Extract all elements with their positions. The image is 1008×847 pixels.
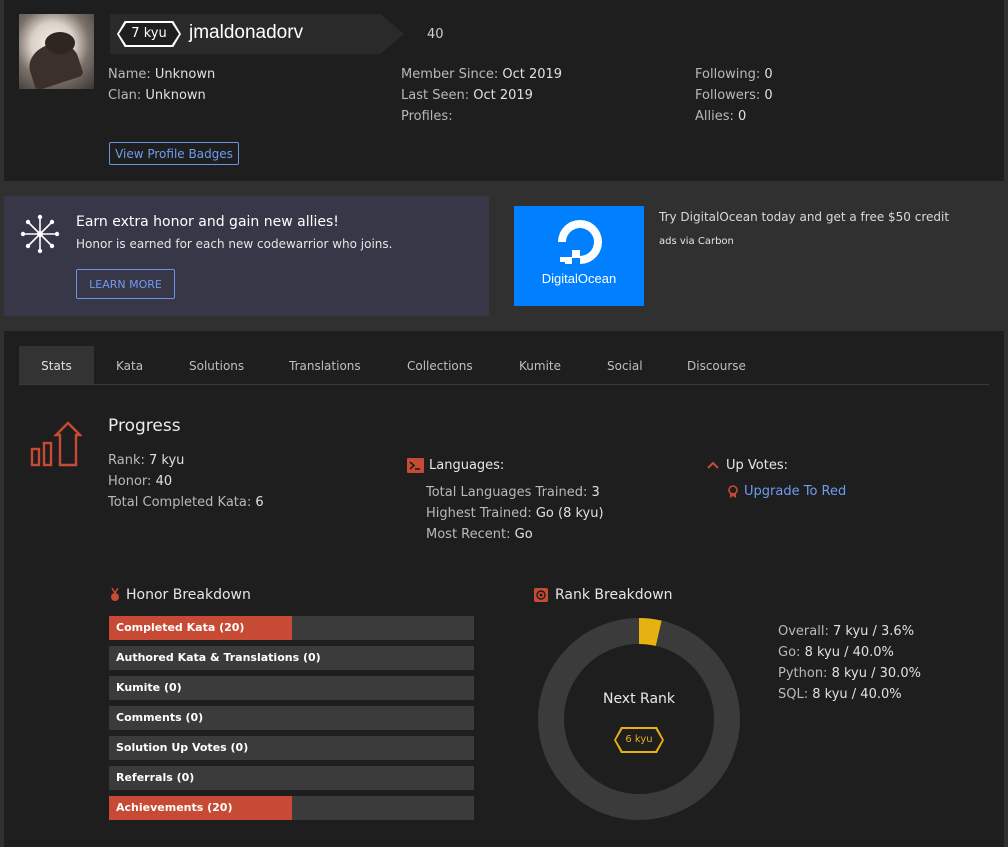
honor-row: Honor: 40 [108, 474, 173, 489]
tab-stats[interactable]: Stats [19, 346, 94, 384]
digitalocean-logo-text: DigitalOcean [541, 271, 617, 286]
tab-kata[interactable]: Kata [116, 346, 143, 384]
promo-title: Earn extra honor and gain new allies! [76, 214, 339, 230]
last-seen-row: Last Seen: Oct 2019 [401, 88, 533, 103]
honor-bar: Solution Up Votes (0) [109, 736, 474, 760]
promo-subtitle: Honor is earned for each new codewarrior… [76, 237, 393, 251]
digitalocean-logo-icon [558, 220, 602, 264]
allies-row[interactable]: Allies: 0 [695, 109, 746, 124]
honor-bar-label: Comments (0) [116, 711, 204, 724]
languages-title: Languages: [429, 458, 505, 473]
honor-bar-label: Referrals (0) [116, 771, 195, 784]
go-rank-row: Go: 8 kyu / 40.0% [778, 645, 894, 660]
learn-more-button[interactable]: LEARN MORE [76, 269, 175, 299]
upgrade-to-red-link[interactable]: Upgrade To Red [744, 484, 846, 499]
overall-rank-row: Overall: 7 kyu / 3.6% [778, 624, 915, 639]
terminal-icon [407, 458, 424, 473]
rank-breakdown-title: Rank Breakdown [555, 587, 673, 603]
chevron-up-icon [707, 461, 719, 469]
honor-bar-label: Authored Kata & Translations (0) [116, 651, 321, 664]
upvotes-title: Up Votes: [726, 458, 788, 473]
name-row: Name: Unknown [108, 67, 216, 82]
honor-bar: Comments (0) [109, 706, 474, 730]
followers-row[interactable]: Followers: 0 [695, 88, 773, 103]
honor-bar-label: Completed Kata (20) [116, 621, 245, 634]
tab-social[interactable]: Social [607, 346, 643, 384]
following-row[interactable]: Following: 0 [695, 67, 773, 82]
view-badges-button[interactable]: View Profile Badges [109, 142, 239, 165]
ad-via-text[interactable]: ads via Carbon [659, 236, 734, 247]
progress-title: Progress [108, 416, 181, 436]
rank-badge: 7 kyu [117, 21, 181, 47]
honor-bar: Kumite (0) [109, 676, 474, 700]
stats-panel: Stats Kata Solutions Translations Collec… [4, 331, 1004, 847]
honor-bar: Completed Kata (20) [109, 616, 474, 640]
highest-trained-row: Highest Trained: Go (8 kyu) [426, 506, 604, 521]
completed-row: Total Completed Kata: 6 [108, 495, 264, 510]
tab-solutions[interactable]: Solutions [189, 346, 244, 384]
target-icon [534, 588, 548, 602]
avatar[interactable] [19, 14, 94, 89]
ad-text[interactable]: Try DigitalOcean today and get a free $5… [659, 210, 949, 224]
referral-promo: Earn extra honor and gain new allies! Ho… [4, 196, 489, 316]
clan-row: Clan: Unknown [108, 88, 206, 103]
medal-icon [111, 588, 119, 601]
tab-discourse[interactable]: Discourse [687, 346, 746, 384]
honor-breakdown-title: Honor Breakdown [126, 587, 251, 603]
rank-progress-donut [538, 618, 740, 820]
ribbon-icon [728, 485, 738, 498]
next-rank-label: Next Rank [602, 691, 676, 707]
profiles-row: Profiles: [401, 109, 453, 124]
honor-bar: Authored Kata & Translations (0) [109, 646, 474, 670]
python-rank-row: Python: 8 kyu / 30.0% [778, 666, 921, 681]
digitalocean-ad-image[interactable]: DigitalOcean [514, 206, 644, 306]
tab-kumite[interactable]: Kumite [519, 346, 561, 384]
honor-bar-label: Kumite (0) [116, 681, 182, 694]
honor-count: 40 [427, 27, 444, 42]
rank-row: Rank: 7 kyu [108, 453, 185, 468]
most-recent-row: Most Recent: Go [426, 527, 533, 542]
network-icon [20, 214, 60, 254]
progress-chart-icon [30, 421, 82, 467]
honor-bar-label: Achievements (20) [116, 801, 233, 814]
honor-bar: Referrals (0) [109, 766, 474, 790]
tab-bar: Stats Kata Solutions Translations Collec… [19, 346, 989, 385]
tab-translations[interactable]: Translations [289, 346, 361, 384]
next-rank-badge: 6 kyu [614, 727, 664, 753]
tab-collections[interactable]: Collections [407, 346, 473, 384]
username: jmaldonadorv [189, 22, 304, 43]
honor-bar-label: Solution Up Votes (0) [116, 741, 249, 754]
donut-track [538, 618, 740, 820]
profile-header: 7 kyu jmaldonadorv 40 Name: Unknown Clan… [4, 0, 1004, 181]
languages-trained-row: Total Languages Trained: 3 [426, 485, 600, 500]
sql-rank-row: SQL: 8 kyu / 40.0% [778, 687, 902, 702]
member-since-row: Member Since: Oct 2019 [401, 67, 563, 82]
honor-bar: Achievements (20) [109, 796, 474, 820]
